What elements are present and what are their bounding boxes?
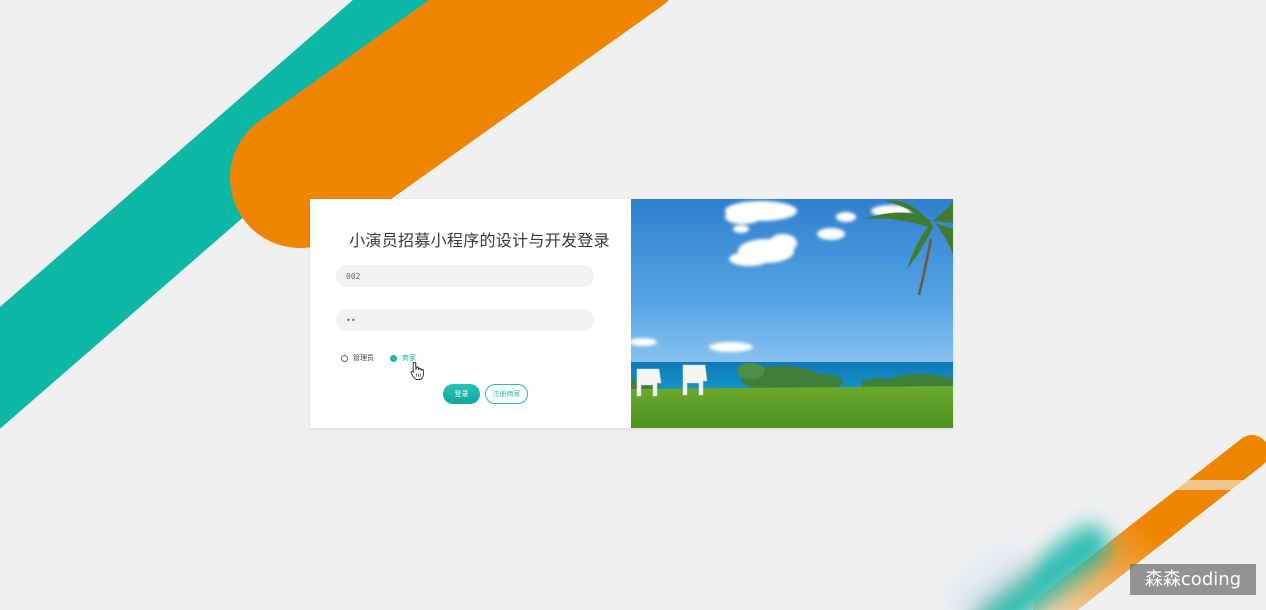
password-input[interactable] bbox=[336, 309, 594, 331]
login-card: 小演员招募小程序的设计与开发登录 管理员 商家 登 bbox=[310, 199, 953, 428]
role-admin-radio[interactable]: 管理员 bbox=[341, 353, 374, 363]
login-button[interactable]: 登录 bbox=[443, 384, 480, 404]
username-input[interactable] bbox=[336, 265, 594, 287]
login-form: 小演员招募小程序的设计与开发登录 管理员 商家 登 bbox=[310, 199, 631, 428]
role-admin-label: 管理员 bbox=[353, 354, 374, 362]
radio-checked-icon[interactable] bbox=[390, 354, 397, 362]
login-page: 小演员招募小程序的设计与开发登录 管理员 商家 登 bbox=[0, 0, 1266, 610]
register-merchant-button[interactable]: 注册商家 bbox=[485, 384, 528, 404]
login-title: 小演员招募小程序的设计与开发登录 bbox=[349, 231, 610, 250]
watermark: 森森coding bbox=[1130, 564, 1256, 595]
hand-cursor-icon bbox=[410, 361, 424, 381]
beach-photo bbox=[631, 199, 953, 428]
radio-unchecked-icon[interactable] bbox=[341, 354, 348, 362]
button-row: 登录 注册商家 bbox=[443, 384, 528, 404]
